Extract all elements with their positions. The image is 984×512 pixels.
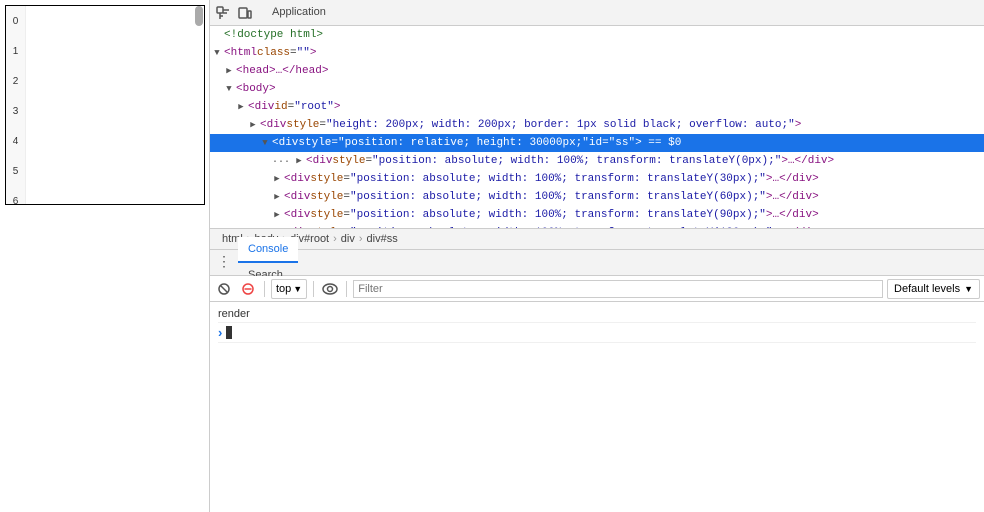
console-toolbar: top ▼ Default levels ▼	[210, 276, 984, 302]
levels-arrow: ▼	[964, 284, 973, 294]
dom-close-bracket-3: >	[269, 80, 276, 98]
toolbar-separator-1	[264, 281, 265, 297]
toolbar-separator-2	[313, 281, 314, 297]
console-section-tabs: ⋮ ConsoleSearch	[210, 250, 984, 276]
dom-triangle-8[interactable]	[270, 170, 284, 188]
dom-comment-0: <!doctype html>	[224, 26, 323, 44]
dom-line-div-0[interactable]: ... <div style="position: absolute; width…	[210, 152, 984, 170]
inspect-icon[interactable]	[214, 4, 232, 22]
console-log-render: render	[218, 306, 976, 323]
toolbar-separator-3	[346, 281, 347, 297]
dom-attr-5-0: style="height: 200px; width: 200px; bord…	[286, 116, 794, 134]
preview-number-0: 0	[6, 6, 25, 36]
console-filter-input[interactable]	[353, 280, 883, 298]
dom-line-body[interactable]: <body>	[210, 80, 984, 98]
preview-number-1: 1	[6, 36, 25, 66]
dom-attr-6-0: style="position: relative; height: 30000…	[298, 134, 588, 152]
dom-triangle-2[interactable]	[222, 62, 236, 80]
breadcrumb-item-4[interactable]: div#ss	[363, 233, 402, 245]
devtools-tabs-bar: ElementsConsoleNetworkSourcesApplication…	[210, 0, 984, 26]
dom-attr-10-0: style="position: absolute; width: 100%; …	[310, 206, 766, 224]
dom-open-bracket-7: <div	[306, 152, 332, 170]
console-log-text: render	[218, 308, 250, 320]
dom-open-bracket-1: <html	[224, 44, 257, 62]
default-levels-dropdown[interactable]: Default levels ▼	[887, 279, 980, 299]
dom-triangle-1[interactable]	[210, 44, 224, 62]
dom-line-div-style[interactable]: <div style="height: 200px; width: 200px;…	[210, 116, 984, 134]
device-icon[interactable]	[236, 4, 254, 22]
dom-line-div-30[interactable]: <div style="position: absolute; width: 1…	[210, 170, 984, 188]
default-levels-label: Default levels	[894, 283, 960, 295]
dom-open-bracket-10: <div	[284, 206, 310, 224]
dom-line-div-ss[interactable]: <div style="position: relative; height: …	[210, 134, 984, 152]
dom-close-bracket-2: >…</head>	[269, 62, 328, 80]
dom-open-bracket-9: <div	[284, 188, 310, 206]
console-tab-console[interactable]: Console	[238, 237, 298, 263]
dropdown-arrow: ▼	[293, 284, 302, 294]
webpage-preview-panel: 0123456	[0, 0, 210, 512]
breadcrumb-item-3[interactable]: div	[337, 233, 359, 245]
dom-triangle-4[interactable]	[234, 98, 248, 116]
dom-close-bracket-1: >	[310, 44, 317, 62]
dom-triangle-9[interactable]	[270, 188, 284, 206]
devtools-panel: ElementsConsoleNetworkSourcesApplication…	[210, 0, 984, 512]
dom-attr-9-0: style="position: absolute; width: 100%; …	[310, 188, 766, 206]
dom-close-bracket-4: >	[334, 98, 341, 116]
dom-line-html[interactable]: <html class="">	[210, 44, 984, 62]
dom-line-div-60[interactable]: <div style="position: absolute; width: 1…	[210, 188, 984, 206]
number-column: 0123456	[6, 6, 26, 205]
console-output: render ›	[210, 302, 984, 512]
preview-number-5: 5	[6, 156, 25, 186]
dom-triangle-6[interactable]	[258, 134, 272, 152]
dom-triangle-3[interactable]	[222, 80, 236, 98]
dom-dots-btn-7[interactable]: ...	[270, 152, 292, 170]
dom-close-bracket-5: >	[795, 116, 802, 134]
dom-close-bracket-8: >…</div>	[766, 170, 819, 188]
eye-icon[interactable]	[320, 279, 340, 299]
dom-open-bracket-4: <div	[248, 98, 274, 116]
dom-line-head[interactable]: <head>…</head>	[210, 62, 984, 80]
preview-number-3: 3	[6, 96, 25, 126]
dom-triangle-10[interactable]	[270, 206, 284, 224]
dom-close-bracket-9: >…</div>	[766, 188, 819, 206]
console-block-icon[interactable]	[238, 279, 258, 299]
dom-attr-7-0: style="position: absolute; width: 100%; …	[332, 152, 781, 170]
breadcrumb: html › body › div#root › div › div#ss	[210, 228, 984, 250]
dom-close-bracket-7: >…</div>	[781, 152, 834, 170]
dom-open-bracket-6: <div	[272, 134, 298, 152]
dom-attr-4-0: id="root"	[274, 98, 333, 116]
dom-attr-1-0: class=""	[257, 44, 310, 62]
dom-open-bracket-5: <div	[260, 116, 286, 134]
preview-number-2: 2	[6, 66, 25, 96]
scrollbar-thumb[interactable]	[195, 6, 203, 26]
webpage-preview: 0123456	[5, 5, 205, 205]
preview-number-4: 4	[6, 126, 25, 156]
dom-open-bracket-3: <body	[236, 80, 269, 98]
dom-special-6: id="ss"> == $0	[589, 134, 681, 152]
elements-panel[interactable]: <!doctype html><html class=""><head>…</h…	[210, 26, 984, 228]
dom-open-bracket-8: <div	[284, 170, 310, 188]
dom-line-doctype[interactable]: <!doctype html>	[210, 26, 984, 44]
top-context-dropdown[interactable]: top ▼	[271, 279, 307, 299]
dom-triangle-5[interactable]	[246, 116, 260, 134]
dom-attr-8-0: style="position: absolute; width: 100%; …	[310, 170, 766, 188]
console-prompt-line[interactable]: ›	[218, 323, 976, 343]
console-prompt-icon: ›	[218, 325, 222, 340]
dom-line-div-root[interactable]: <div id="root">	[210, 98, 984, 116]
dom-line-div-90[interactable]: <div style="position: absolute; width: 1…	[210, 206, 984, 224]
tab-application[interactable]: Application	[262, 0, 345, 26]
console-cursor	[226, 326, 232, 339]
dom-triangle-7[interactable]	[292, 152, 306, 170]
console-menu-icon[interactable]: ⋮	[214, 253, 234, 273]
top-context-label: top	[276, 283, 291, 295]
preview-number-6: 6	[6, 186, 25, 205]
dom-open-bracket-2: <head	[236, 62, 269, 80]
console-clear-icon[interactable]	[214, 279, 234, 299]
dom-close-bracket-10: >…</div>	[766, 206, 819, 224]
devtools-icon-buttons	[214, 4, 254, 22]
